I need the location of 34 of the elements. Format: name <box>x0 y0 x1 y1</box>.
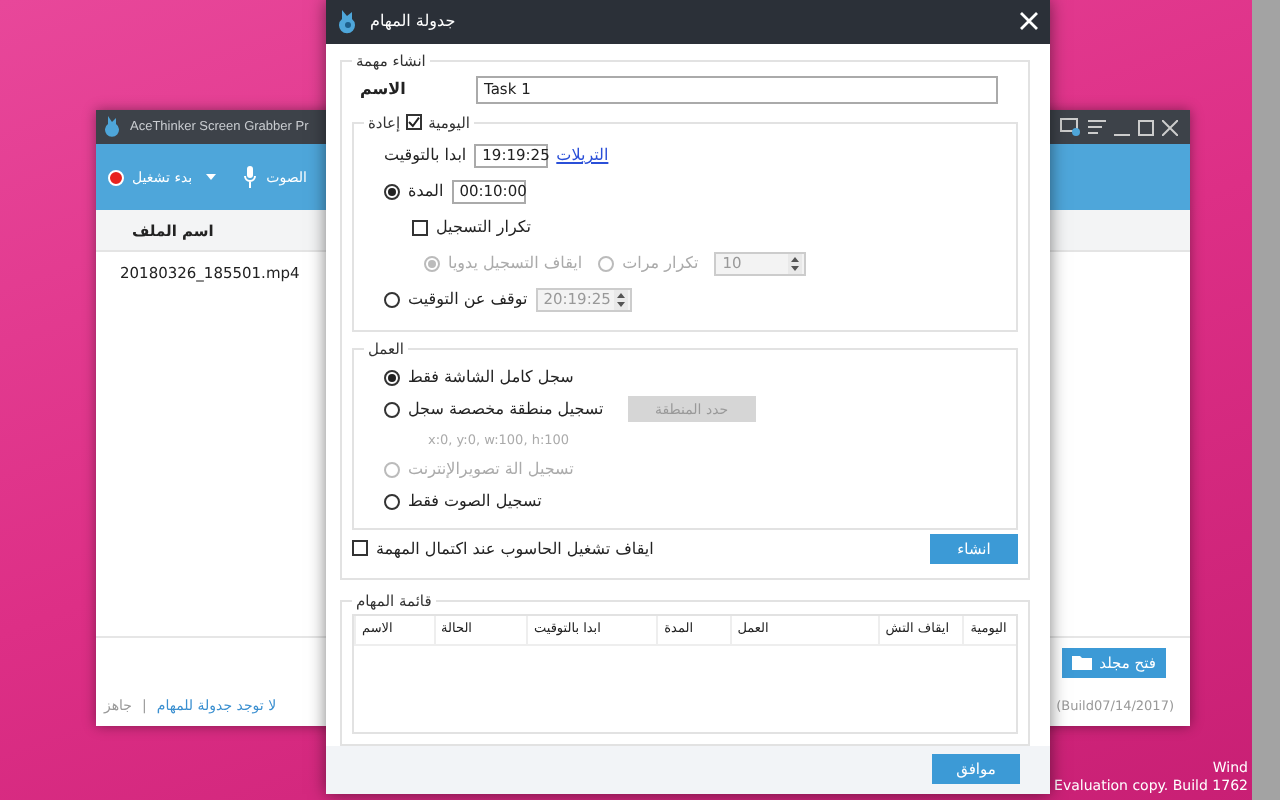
folder-icon <box>1071 654 1092 670</box>
screen-icon[interactable] <box>1060 118 1080 136</box>
action-option-label: سجل كامل الشاشة فقط <box>408 368 574 387</box>
checkbox[interactable] <box>352 540 368 557</box>
duration-label: المدة <box>408 182 444 201</box>
action-option-label: تسجيل منطقة مخصصة سجل <box>408 400 604 419</box>
stop-manually-label: ايقاف التسجيل يدويا <box>448 254 583 273</box>
radio-button[interactable] <box>384 369 400 386</box>
action-option-label: تسجيل الصوت فقط <box>408 492 542 511</box>
close-icon[interactable] <box>1162 119 1178 135</box>
start-label: ابدا بالتوقيت <box>384 146 467 165</box>
logo-icon <box>338 9 358 34</box>
radio-button[interactable] <box>384 493 400 510</box>
logo-icon <box>104 116 122 138</box>
close-button[interactable] <box>1020 12 1038 31</box>
checkbox[interactable] <box>406 114 423 131</box>
name-label: الاسم <box>358 80 408 99</box>
repeat-recording-label: تكرار التسجيل <box>436 218 532 237</box>
radio-button[interactable] <box>384 401 400 418</box>
microphone-icon[interactable] <box>244 166 257 188</box>
stop-at-label: توقف عن التوقيت <box>408 290 528 309</box>
close-icon <box>1020 12 1038 31</box>
shutdown-label: ايقاف تشغيل الحاسوب عند اكتمال المهمة <box>376 539 654 558</box>
menu-icon[interactable] <box>1088 120 1106 134</box>
checkbox[interactable] <box>412 219 428 236</box>
radio-button[interactable] <box>384 183 400 200</box>
record-dot-icon <box>108 169 124 185</box>
repeat-times-label: تكرار مرات <box>622 254 699 273</box>
spin-arrows-icon[interactable] <box>788 253 803 274</box>
action-option-label: تسجيل الة تصويرالإنترنت <box>408 460 574 479</box>
maximize-icon[interactable] <box>1138 119 1154 135</box>
triggers-link[interactable]: التريلات <box>556 146 609 165</box>
dialog-title: جدولة المهام <box>370 12 456 31</box>
caret-icon[interactable] <box>206 174 217 180</box>
